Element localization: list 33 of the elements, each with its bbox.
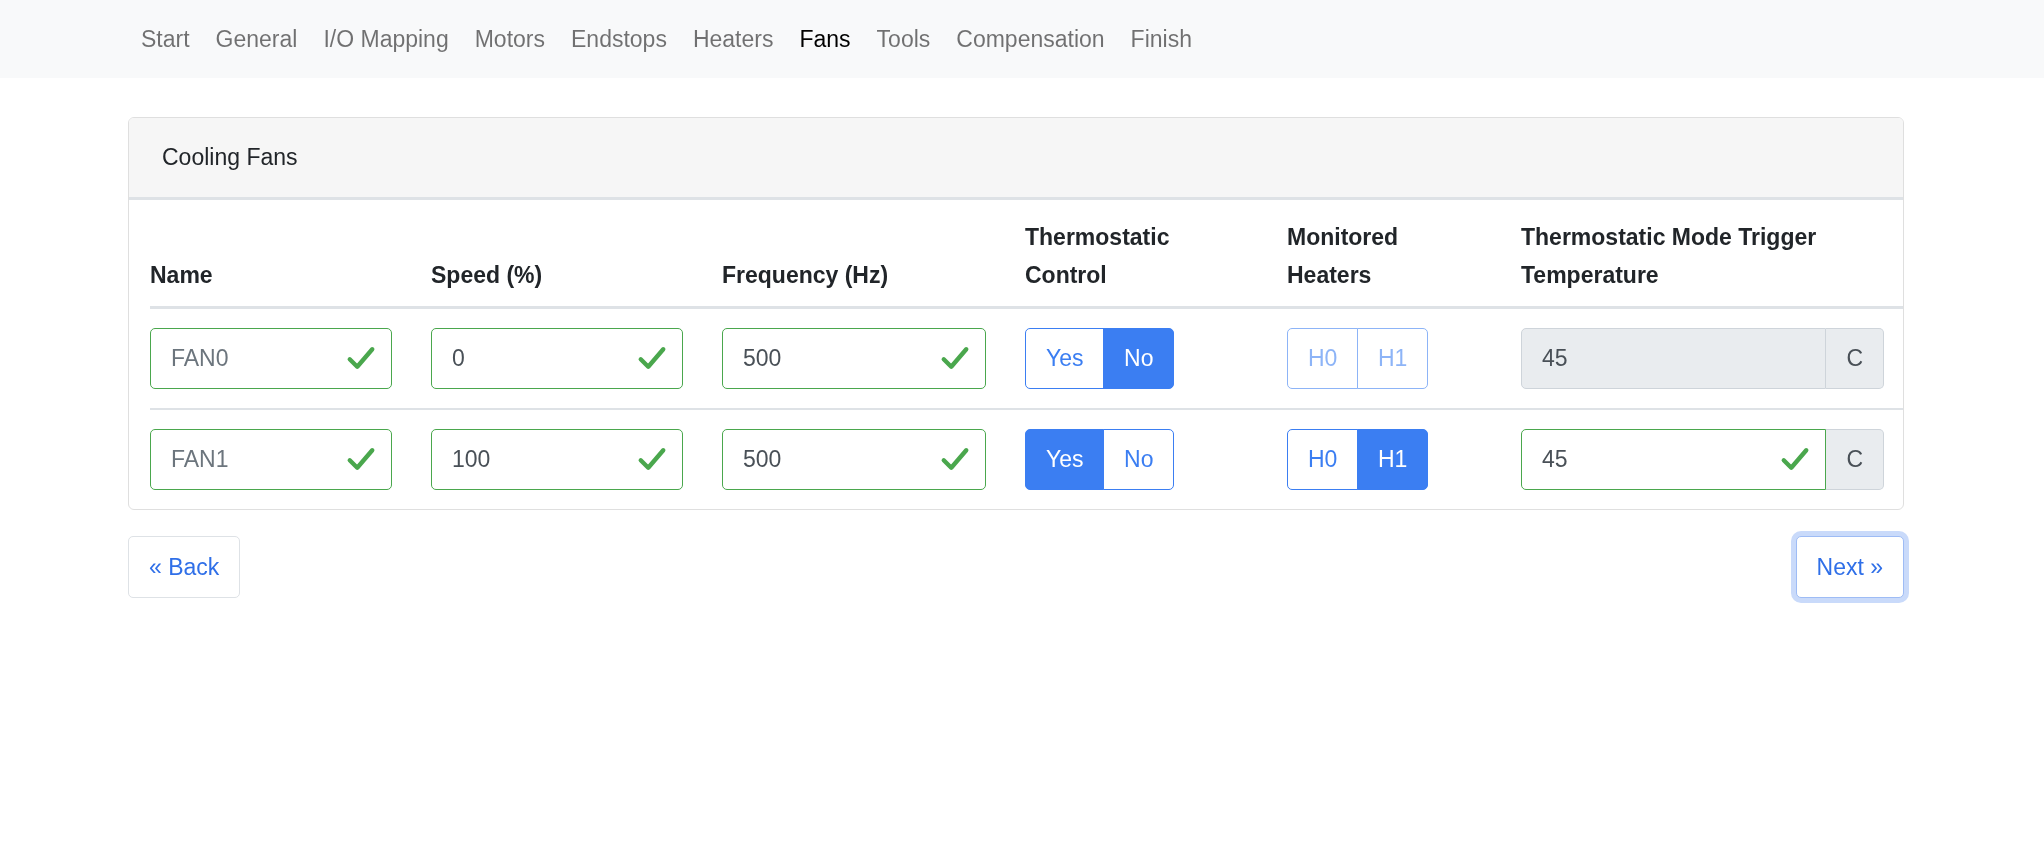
input-field[interactable]: 500 — [722, 429, 986, 490]
column-header: Name — [150, 261, 213, 290]
card-title: Cooling Fans — [162, 144, 298, 171]
nav-link[interactable]: Compensation — [943, 25, 1118, 53]
nav-link[interactable]: Motors — [461, 25, 558, 53]
heater-button[interactable]: H1 — [1356, 429, 1429, 490]
column-header: Thermostatic Control — [1025, 223, 1171, 290]
nav-link[interactable]: Endstops — [558, 25, 680, 53]
nav-link[interactable]: Heaters — [679, 25, 787, 53]
nav-link[interactable]: Fans — [786, 25, 864, 53]
heater-button[interactable]: H0 — [1287, 429, 1359, 490]
unit-label: C — [1826, 429, 1884, 490]
input-field[interactable]: FAN1 — [150, 429, 392, 490]
column-header: Speed (%) — [431, 261, 543, 290]
toggle-button[interactable]: Yes — [1025, 328, 1105, 389]
column-header: Thermostatic Mode Trigger Temperature — [1521, 223, 1818, 290]
toggle-button[interactable]: No — [1103, 429, 1175, 490]
nav-link[interactable]: General — [202, 25, 311, 53]
toggle-button[interactable]: Yes — [1025, 429, 1105, 490]
input-field[interactable]: 500 — [722, 328, 986, 389]
nav-link[interactable]: I/O Mapping — [310, 25, 462, 53]
input-field[interactable]: 100 — [431, 429, 683, 490]
nav-link[interactable]: Start — [128, 25, 203, 53]
nav-link[interactable]: Tools — [863, 25, 944, 53]
back-button[interactable]: « Back — [128, 536, 241, 598]
unit-label: C — [1826, 328, 1884, 389]
input-field[interactable]: FAN0 — [150, 328, 392, 389]
column-header: Frequency (Hz) — [722, 261, 889, 290]
toggle-button[interactable]: No — [1103, 328, 1175, 389]
input-field[interactable]: 45 — [1521, 429, 1827, 490]
nav-link[interactable]: Finish — [1117, 25, 1205, 53]
column-header: Monitored Heaters — [1287, 223, 1400, 290]
input-field[interactable]: 0 — [431, 328, 683, 389]
